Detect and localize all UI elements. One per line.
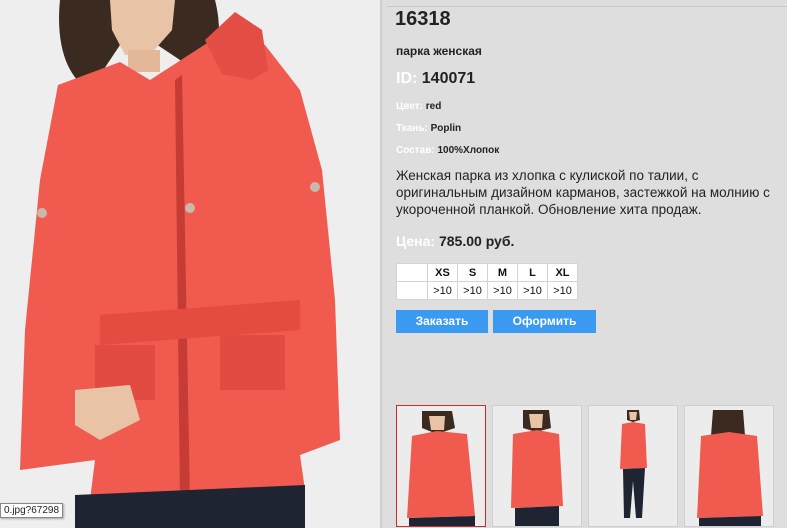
size-corner-cell [396,263,428,282]
price-value: 785.00 руб. [438,233,515,249]
checkout-button[interactable]: Оформить [493,310,596,333]
attr-value: Poplin [430,123,462,134]
size-stock-cell[interactable]: >10 [457,281,488,300]
size-corner-cell [396,281,428,300]
order-button[interactable]: Заказать [396,310,488,333]
attr-fabric: Ткань: Poplin [396,123,461,134]
size-stock-row: >10 >10 >10 >10 >10 [396,281,578,300]
size-header: XS [427,263,458,282]
thumbnail-front-closeup[interactable] [396,405,486,527]
thumbnail-back[interactable] [684,405,774,527]
thumbnail-full-body[interactable] [588,405,678,527]
image-url-tooltip: 0.jpg?67298 [0,503,64,518]
attr-value: 100%Хлопок [437,145,500,156]
size-header: S [457,263,488,282]
size-stock-cell[interactable]: >10 [517,281,548,300]
model-in-jacket-image [0,0,380,528]
product-article: 16318 [395,8,451,30]
attr-label: Цвет: [396,101,423,112]
thumbnail-image [685,406,773,526]
product-description: Женская парка из хлопка с кулиской по та… [396,168,770,217]
size-header: M [487,263,518,282]
size-stock-cell[interactable]: >10 [547,281,578,300]
attr-value: red [425,101,442,112]
attr-label: Состав: [396,145,435,156]
product-price: Цена: 785.00 руб. [396,233,514,249]
size-stock-cell[interactable]: >10 [487,281,518,300]
size-header: XL [547,263,578,282]
id-label: ID: [396,70,418,87]
attr-label: Ткань: [396,123,428,134]
top-divider [387,6,787,7]
attr-color: Цвет: red [396,101,441,112]
thumbnail-image [589,406,677,526]
attr-composition: Состав: 100%Хлопок [396,145,499,156]
thumbnail-image [397,406,485,526]
product-id: ID: 140071 [396,70,475,88]
size-header-row: XS S M L XL [396,263,578,282]
thumbnail-front-half[interactable] [492,405,582,527]
main-product-photo[interactable] [0,0,380,528]
thumbnail-image [493,406,581,526]
size-stock-cell[interactable]: >10 [427,281,458,300]
product-title: парка женская [396,44,482,58]
size-table: XS S M L XL >10 >10 >10 >10 >10 [396,263,578,300]
id-value: 140071 [421,70,476,87]
price-label: Цена: [396,233,436,249]
size-header: L [517,263,548,282]
